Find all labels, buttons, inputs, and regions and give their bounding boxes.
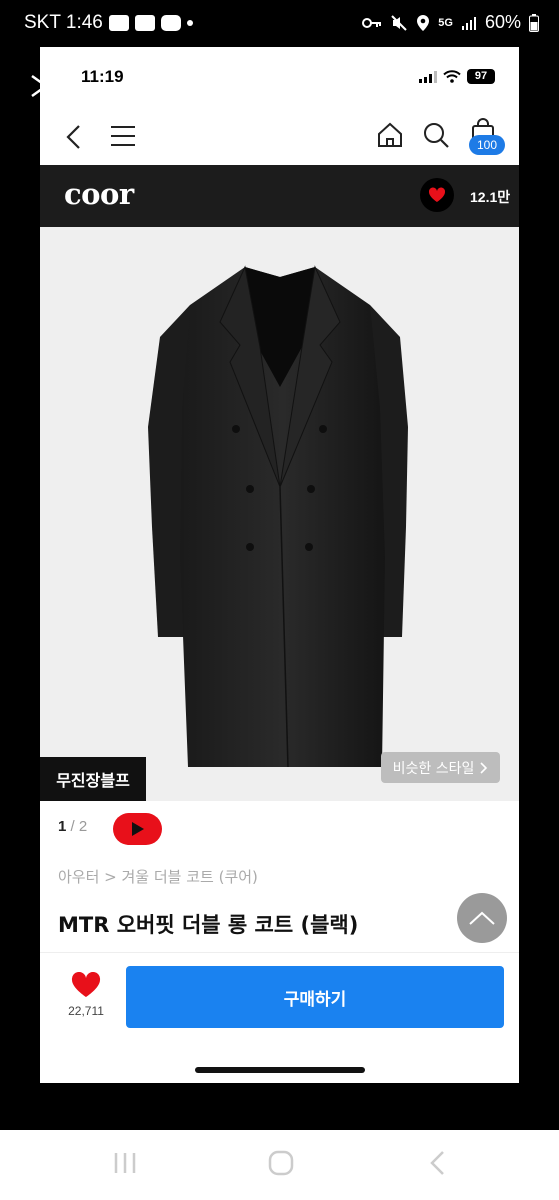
chevron-right-icon [480, 761, 488, 774]
heart-icon [428, 187, 446, 202]
carrier-time: SKT 1:46 [24, 12, 103, 33]
search-icon[interactable] [422, 121, 450, 149]
app-nav-bar [40, 105, 519, 165]
back-icon[interactable] [64, 123, 84, 151]
divider [40, 952, 519, 953]
menu-icon[interactable] [110, 125, 136, 147]
key-icon [362, 17, 382, 28]
home-icon[interactable] [376, 121, 404, 149]
android-status-right: 5G 60% [362, 12, 539, 33]
youtube-icon [160, 15, 181, 31]
android-status-bar: SKT 1:46 5G 60% [0, 0, 559, 48]
home-button-icon[interactable] [268, 1150, 294, 1176]
scroll-top-button[interactable] [457, 893, 507, 943]
cart-count-badge: 100 [469, 135, 505, 155]
location-icon [417, 14, 430, 31]
buy-button[interactable]: 구매하기 [126, 966, 504, 1028]
battery-icon [529, 13, 539, 32]
similar-style-label: 비슷한 스타일 [392, 760, 475, 777]
product-image[interactable] [40, 227, 519, 801]
image-pager: 1 / 2 [58, 818, 87, 835]
breadcrumb[interactable]: 아우터 > 겨울 더블 코트 (쿠어) [58, 866, 258, 887]
video-play-button[interactable] [113, 813, 162, 845]
network-type: 5G [438, 16, 453, 29]
brand-like-count: 12.1만 [470, 189, 511, 205]
mute-icon [391, 14, 407, 31]
brand-logo[interactable]: coor [64, 177, 134, 211]
pager-current: 1 [58, 818, 67, 835]
ios-battery: 97 [467, 69, 495, 84]
cellular-icon [419, 70, 437, 83]
chevron-up-icon [469, 911, 495, 925]
notification-bird-icon [108, 15, 129, 31]
wishlist-button[interactable]: 22,711 [58, 972, 114, 1028]
battery-percent: 60% [484, 12, 521, 32]
promo-tag: 무진장블프 [40, 757, 146, 801]
phone-screenshot: 11:19 97 100 coor 12.1만 무진장블프 비슷한 스타일 1 … [40, 47, 519, 1083]
android-status-left: SKT 1:46 [24, 12, 193, 34]
ios-time: 11:19 [81, 67, 124, 86]
android-nav-bar [0, 1130, 559, 1200]
ios-status-right: 97 [419, 69, 495, 84]
wifi-icon [443, 70, 461, 83]
wishlist-count: 22,711 [68, 1004, 104, 1018]
signal-icon [461, 16, 476, 30]
similar-style-button[interactable]: 비슷한 스타일 [381, 752, 500, 783]
heart-icon [71, 972, 101, 997]
back-button-icon[interactable] [428, 1150, 448, 1176]
recent-apps-icon[interactable] [112, 1150, 138, 1176]
brand-like-button[interactable] [420, 178, 454, 212]
coat-image [148, 265, 408, 768]
gallery-icon [134, 15, 155, 31]
more-notifications-icon [186, 20, 193, 26]
pager-total: / 2 [70, 818, 88, 835]
ios-status-bar: 11:19 97 [40, 47, 519, 105]
play-icon [131, 822, 144, 836]
product-title: MTR 오버핏 더블 롱 코트 (블랙) [58, 913, 359, 937]
home-indicator[interactable] [195, 1067, 365, 1073]
